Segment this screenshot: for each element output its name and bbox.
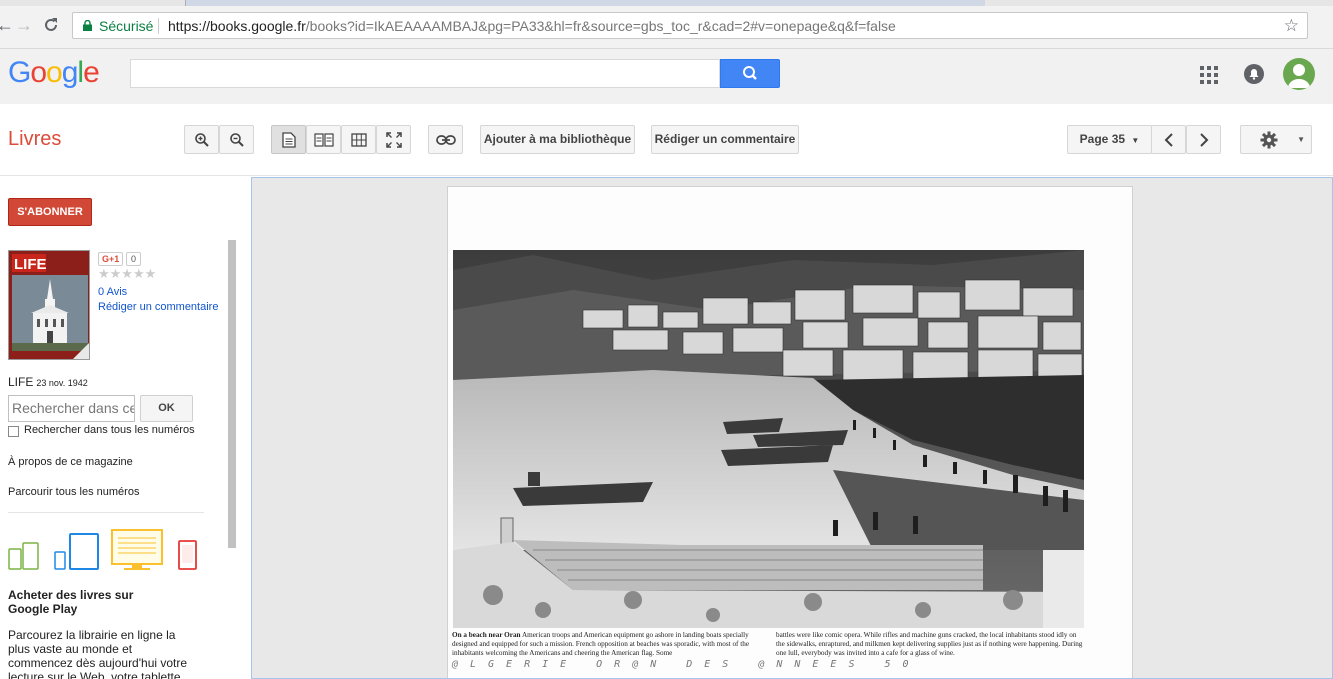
url-host: https://books.google.fr <box>168 18 306 34</box>
reviews-count-link[interactable]: 0 Avis <box>98 286 127 298</box>
google-logo[interactable]: Google <box>8 56 100 90</box>
fullscreen-icon <box>385 132 402 148</box>
reload-icon[interactable] <box>40 14 62 36</box>
search-all-issues-label[interactable]: Rechercher dans tous les numéros <box>24 424 195 436</box>
zoom-out-button[interactable] <box>219 125 254 154</box>
search-ok-button[interactable]: OK <box>140 395 193 422</box>
rating-stars: ★★★★★ <box>98 266 157 281</box>
chevron-right-icon <box>1199 133 1208 147</box>
books-toolbar: Livres Ajouter à ma bibliothèque Rédiger… <box>0 104 1333 176</box>
about-magazine-link[interactable]: À propos de ce magazine <box>8 456 133 468</box>
logo-letter: G <box>8 56 31 89</box>
bookmark-star-icon[interactable]: ☆ <box>1284 16 1299 36</box>
books-section-title[interactable]: Livres <box>8 128 61 151</box>
link-button[interactable] <box>428 125 463 154</box>
settings-menu-button[interactable]: ▼ <box>1240 125 1312 154</box>
photo-caption-left: On a beach near Oran American troops and… <box>452 631 762 658</box>
sidebar-scrollbar[interactable] <box>228 240 236 548</box>
tab-strip <box>0 0 1333 6</box>
address-bar[interactable]: Sécurisé https://books.google.fr/books?i… <box>72 12 1308 39</box>
url-path: /books?id=IkAEAAAAMBAJ&pg=PA33&hl=fr&sou… <box>305 18 896 34</box>
google-search-button[interactable] <box>720 59 780 88</box>
caret-down-icon: ▼ <box>1297 135 1305 144</box>
logo-letter: o <box>30 56 47 89</box>
page-selector-label: Page 35 <box>1079 132 1126 146</box>
magazine-title: LIFE 23 nov. 1942 <box>8 375 88 389</box>
browse-issues-link[interactable]: Parcourir tous les numéros <box>8 486 139 498</box>
account-avatar[interactable] <box>1283 58 1315 90</box>
link-icon <box>435 134 456 145</box>
google-play-description: Parcourez la librairie en ligne la plus … <box>8 628 188 679</box>
google-header: Google <box>0 49 1333 104</box>
thumbnail-view-button[interactable] <box>341 125 376 154</box>
lock-icon <box>83 20 92 31</box>
book-page[interactable]: On a beach near Oran American troops and… <box>447 186 1133 678</box>
logo-letter: g <box>61 56 79 89</box>
google-search-input[interactable] <box>130 59 720 88</box>
apps-grid-icon[interactable] <box>1200 66 1218 84</box>
plus-one-count: 0 <box>126 252 142 266</box>
two-page-icon <box>313 133 334 147</box>
page-selector-dropdown[interactable]: Page 35 ▼ <box>1067 125 1152 154</box>
single-page-view-button[interactable] <box>271 125 306 154</box>
secure-label: Sécurisé <box>99 18 154 34</box>
subscribe-button[interactable]: S'ABONNER <box>8 198 92 226</box>
zoom-in-button[interactable] <box>184 125 219 154</box>
next-page-button[interactable] <box>1186 125 1221 154</box>
address-separator <box>158 18 159 34</box>
write-review-button[interactable]: Rédiger un commentaire <box>651 125 799 154</box>
search-all-issues-checkbox[interactable] <box>8 426 19 437</box>
thumbnail-grid-icon <box>350 133 367 147</box>
magazine-name: LIFE <box>8 375 34 389</box>
add-to-library-button[interactable]: Ajouter à ma bibliothèque <box>480 125 635 154</box>
page-watermark: @LGERIE OR@N DES @NNEES 50 <box>452 659 921 670</box>
caret-down-icon: ▼ <box>1131 136 1140 145</box>
browser-chrome: ← → Sécurisé https://books.google.fr/boo… <box>0 0 1333 49</box>
search-icon <box>743 66 757 80</box>
devices-illustration-icon <box>8 529 197 570</box>
magazine-cover[interactable]: LIFE <box>8 250 90 360</box>
logo-letter: e <box>83 56 100 89</box>
photo-caption-right: battles were like comic opera. While rif… <box>776 631 1083 657</box>
magazine-date: 23 nov. 1942 <box>36 378 88 388</box>
cover-masthead: LIFE <box>14 256 47 273</box>
book-viewer[interactable]: On a beach near Oran American troops and… <box>251 177 1333 679</box>
logo-letter: o <box>46 56 63 89</box>
gear-icon <box>1260 131 1278 149</box>
chevron-left-icon <box>1164 133 1173 147</box>
page-photograph <box>453 250 1084 628</box>
fullscreen-button[interactable] <box>376 125 411 154</box>
sidebar-divider <box>8 512 204 513</box>
zoom-out-icon <box>229 133 244 147</box>
url-text[interactable]: https://books.google.fr/books?id=IkAEAAA… <box>168 18 896 34</box>
forward-icon[interactable]: → <box>13 14 35 36</box>
zoom-in-icon <box>194 133 209 147</box>
browser-tab[interactable] <box>185 0 985 6</box>
previous-page-button[interactable] <box>1151 125 1186 154</box>
single-page-icon <box>281 132 296 148</box>
caption-heading: On a beach near Oran <box>452 631 521 639</box>
notifications-bell-icon[interactable] <box>1244 64 1264 84</box>
two-page-view-button[interactable] <box>306 125 341 154</box>
google-play-heading: Acheter des livres sur Google Play <box>8 588 134 616</box>
search-in-book-input[interactable]: Rechercher dans ce l <box>8 395 135 422</box>
left-sidebar: S'ABONNER LIFE G+1 0 ★★★★★ 0 Avis Rédige… <box>0 176 251 679</box>
write-review-link[interactable]: Rédiger un commentaire <box>98 301 218 313</box>
google-plus-one-button[interactable]: G+1 <box>98 252 124 266</box>
